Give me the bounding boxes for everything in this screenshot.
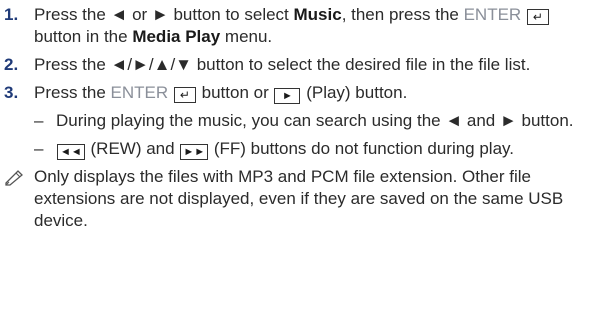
ff-icon: ►► (180, 144, 209, 160)
note-pencil-icon (5, 170, 23, 186)
subitem-search: – During playing the music, you can sear… (4, 110, 594, 132)
step-text: button or (196, 83, 274, 102)
step-1: 1. Press the ◄ or ► button to select Mus… (4, 4, 594, 48)
subitem-text: (FF) buttons do not function during play… (209, 139, 514, 158)
subitem-rew-ff: – ◄◄ (REW) and ►► (FF) buttons do not fu… (4, 138, 594, 160)
subitem-text: During playing the music, you can search… (56, 111, 574, 130)
step-3: 3. Press the ENTER ↵ button or ► (Play) … (4, 82, 594, 104)
enter-label: ENTER (110, 83, 169, 102)
step-text: , then press the (341, 5, 464, 24)
step-text: Press the ◄/►/▲/▼ button to select the d… (34, 55, 531, 74)
step-2: 2. Press the ◄/►/▲/▼ button to select th… (4, 54, 594, 76)
step-text: Press the ◄ or ► button to select (34, 5, 294, 24)
step-number: 3. (4, 83, 19, 102)
rew-icon: ◄◄ (57, 144, 85, 160)
play-icon: ► (274, 88, 301, 104)
enter-label: ENTER (463, 5, 522, 24)
music-label: Music (293, 5, 342, 24)
step-number: 1. (4, 5, 19, 24)
subitem-text: (REW) and (85, 139, 180, 158)
note: Only displays the files with MP3 and PCM… (4, 166, 594, 232)
enter-icon: ↵ (173, 87, 196, 103)
step-text: button in the (34, 27, 133, 46)
media-play-label: Media Play (132, 27, 221, 46)
dash-bullet: – (34, 111, 44, 130)
note-text: Only displays the files with MP3 and PCM… (34, 167, 564, 230)
step-text: (Play) button. (301, 83, 408, 102)
dash-bullet: – (34, 139, 44, 158)
enter-icon: ↵ (526, 9, 549, 25)
step-number: 2. (4, 55, 19, 74)
step-text: Press the (34, 83, 111, 102)
instructions-document: 1. Press the ◄ or ► button to select Mus… (4, 4, 594, 232)
step-text: menu. (220, 27, 273, 46)
